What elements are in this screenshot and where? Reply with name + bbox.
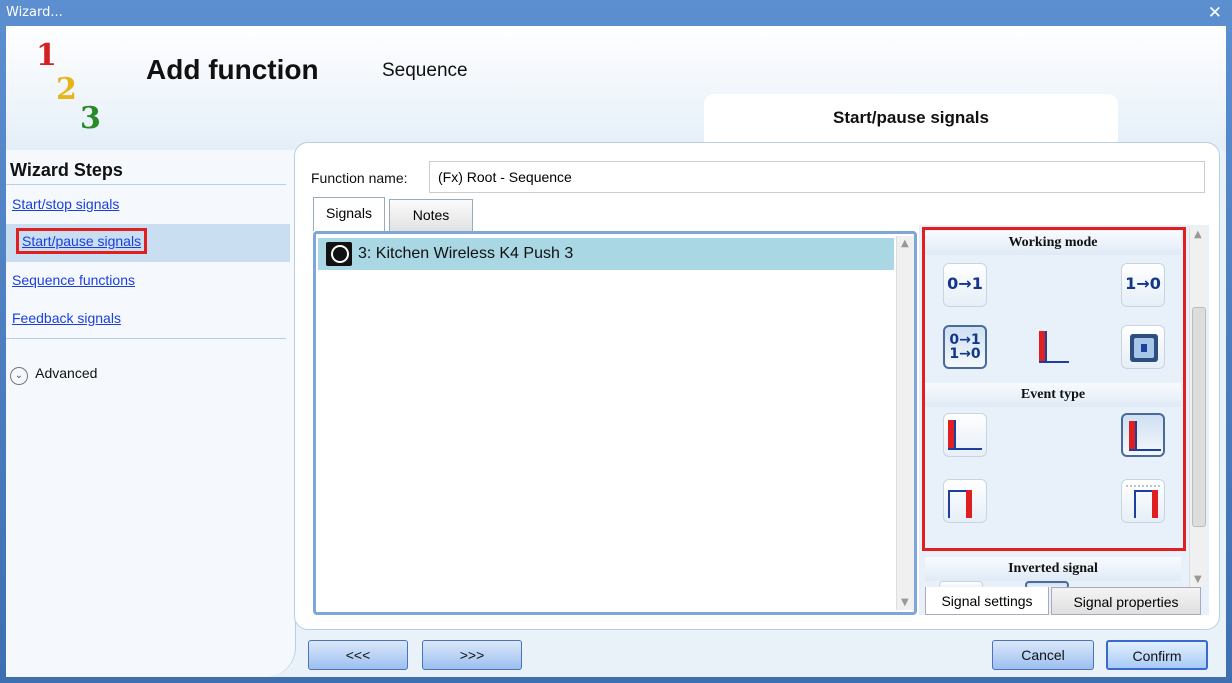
list-item[interactable]: 3: Kitchen Wireless K4 Push 3 [318, 238, 894, 270]
wireless-button-icon [326, 242, 352, 266]
sidebar-link-start-stop[interactable]: Start/stop signals [12, 196, 119, 212]
list-scrollbar[interactable]: ▲ ▼ [896, 236, 914, 610]
tab-signal-settings[interactable]: Signal settings [925, 587, 1049, 615]
confirm-button[interactable]: Confirm [1106, 640, 1208, 670]
current-step-tab: Start/pause signals [704, 94, 1118, 142]
sidebar-item-feedback[interactable]: Feedback signals [6, 300, 290, 338]
both-edges-top: 0→1 [949, 332, 981, 348]
tab-signal-properties[interactable]: Signal properties [1051, 587, 1201, 615]
wizard-client-area: 1 2 3 Add function Sequence Start/pause … [6, 26, 1226, 677]
sidebar-divider [6, 184, 286, 185]
event-rising-icon[interactable] [943, 413, 987, 457]
scroll-down-icon[interactable]: ▼ [901, 597, 909, 608]
back-button[interactable]: <<< [308, 640, 408, 670]
advanced-expander[interactable]: ⌄ Advanced [10, 365, 97, 385]
tab-signals[interactable]: Signals [313, 197, 385, 231]
sidebar-link-start-pause[interactable]: Start/pause signals [16, 228, 148, 254]
scroll-up-icon[interactable]: ▲ [901, 238, 909, 249]
sidebar-divider [6, 338, 286, 339]
falling-edge-1-0-icon[interactable]: 1→0 [1121, 263, 1165, 307]
scroll-up-icon[interactable]: ▲ [1194, 229, 1202, 240]
both-edges-icon[interactable]: 0→1 1→0 [943, 325, 987, 369]
advanced-label: Advanced [35, 365, 98, 381]
function-name-label: Function name: [311, 170, 408, 186]
logo-digit-1: 1 [36, 38, 57, 73]
page-title: Add function [146, 54, 319, 85]
sidebar-link-feedback[interactable]: Feedback signals [12, 310, 121, 326]
sidebar-item-sequence-functions[interactable]: Sequence functions [6, 262, 290, 300]
signal-settings-panel: Working mode 0→1 1→0 0→1 1→0 Event type … [919, 225, 1209, 615]
window-title: Wizard... [6, 5, 63, 20]
event-type-title: Event type [925, 383, 1181, 407]
pulse-level-icon[interactable] [1031, 325, 1075, 369]
next-button[interactable]: >>> [422, 640, 522, 670]
working-mode-title: Working mode [925, 231, 1181, 255]
settings-scrollbar[interactable]: ▲ ▼ [1189, 227, 1207, 587]
cancel-button[interactable]: Cancel [992, 640, 1094, 670]
both-edges-bottom: 1→0 [949, 346, 981, 362]
scroll-thumb[interactable] [1192, 307, 1206, 527]
wizard-header: 1 2 3 Add function Sequence Start/pause … [6, 26, 1226, 150]
sidebar-link-sequence-functions[interactable]: Sequence functions [12, 272, 135, 288]
wizard-window: Wizard... ✕ 1 2 3 Add function Sequence … [0, 0, 1232, 683]
list-item-label: 3: Kitchen Wireless K4 Push 3 [358, 245, 574, 262]
chevron-down-icon[interactable]: ⌄ [10, 367, 28, 385]
logo-digit-3: 3 [80, 101, 101, 136]
scroll-down-icon[interactable]: ▼ [1194, 574, 1202, 585]
main-panel: Function name: (Fx) Root - Sequence Sign… [294, 142, 1220, 630]
tab-notes[interactable]: Notes [389, 199, 473, 231]
sidebar-item-start-pause[interactable]: Start/pause signals [6, 224, 290, 262]
title-bar: Wizard... ✕ [0, 0, 1232, 26]
function-name-field[interactable]: (Fx) Root - Sequence [429, 161, 1205, 193]
inverted-signal-title: Inverted signal [925, 557, 1181, 581]
event-pulse-dotted-icon[interactable] [1121, 479, 1165, 523]
wizard-steps-sidebar: Wizard Steps Start/stop signals Start/pa… [6, 150, 296, 677]
page-subtitle: Sequence [382, 60, 468, 81]
sidebar-item-start-stop[interactable]: Start/stop signals [6, 186, 290, 224]
rising-edge-0-1-icon[interactable]: 0→1 [943, 263, 987, 307]
sidebar-title: Wizard Steps [10, 160, 123, 180]
signal-list[interactable]: 3: Kitchen Wireless K4 Push 3 ▲ ▼ [313, 231, 917, 615]
event-rising-framed-icon[interactable] [1121, 413, 1165, 457]
event-pulse-icon[interactable] [943, 479, 987, 523]
close-icon[interactable]: ✕ [1208, 3, 1222, 23]
logo-digit-2: 2 [56, 72, 77, 107]
push-button-icon[interactable] [1121, 325, 1165, 369]
